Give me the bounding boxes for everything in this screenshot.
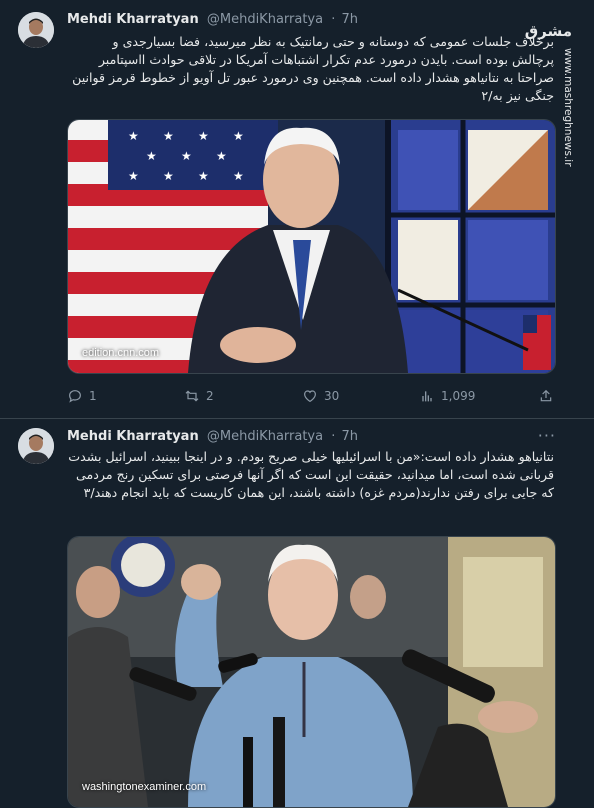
timestamp[interactable]: 7h bbox=[342, 429, 359, 444]
tweet-media[interactable]: washingtonexaminer.com bbox=[67, 536, 556, 808]
like-count: 30 bbox=[324, 389, 340, 403]
svg-text:★: ★ bbox=[198, 129, 209, 143]
tweet-text: برخلاف جلسات عمومی که دوستانه و حتی رمان… bbox=[72, 34, 554, 103]
tweet-header: Mehdi Kharratyan @MehdiKharratya · 7h bbox=[67, 429, 358, 444]
share-button[interactable] bbox=[538, 388, 554, 404]
tweet-media[interactable]: ★ ★ ★ ★ ★ ★ ★ ★ ★ ★ ★ edition.cnn.com bbox=[67, 119, 556, 374]
svg-text:★: ★ bbox=[198, 169, 209, 183]
svg-text:★: ★ bbox=[128, 169, 139, 183]
tweet-header: Mehdi Kharratyan @MehdiKharratya · 7h bbox=[67, 12, 358, 27]
svg-text:★: ★ bbox=[216, 149, 227, 163]
separator-dot: · bbox=[331, 12, 336, 27]
reply-count: 1 bbox=[89, 389, 97, 403]
tweet-actions: 1 2 30 1,099 bbox=[67, 388, 554, 408]
tweet-1[interactable]: Mehdi Kharratyan @MehdiKharratya · 7h بر… bbox=[0, 0, 594, 418]
like-button[interactable]: 30 bbox=[302, 388, 339, 404]
tweet-text: نتانیاهو هشدار داده است:«من با اسرائیلیه… bbox=[68, 449, 554, 500]
svg-text:★: ★ bbox=[146, 149, 157, 163]
svg-text:★: ★ bbox=[163, 129, 174, 143]
svg-text:★: ★ bbox=[163, 169, 174, 183]
avatar[interactable] bbox=[18, 428, 54, 464]
avatar[interactable] bbox=[18, 12, 54, 48]
views-icon bbox=[422, 391, 432, 402]
share-icon bbox=[540, 389, 552, 402]
like-icon bbox=[304, 390, 316, 403]
svg-text:★: ★ bbox=[233, 129, 244, 143]
author-name[interactable]: Mehdi Kharratyan bbox=[67, 12, 199, 27]
media-source-caption: edition.cnn.com bbox=[82, 347, 160, 359]
svg-text:★: ★ bbox=[128, 129, 139, 143]
author-handle[interactable]: @MehdiKharratya bbox=[207, 12, 323, 27]
reply-button[interactable]: 1 bbox=[67, 388, 97, 404]
retweet-icon bbox=[185, 390, 199, 402]
tweet-2[interactable]: Mehdi Kharratyan @MehdiKharratya · 7h ··… bbox=[0, 418, 594, 808]
svg-text:★: ★ bbox=[181, 149, 192, 163]
retweet-button[interactable]: 2 bbox=[184, 388, 214, 404]
separator-dot: · bbox=[331, 429, 336, 444]
reply-icon bbox=[69, 390, 81, 403]
media-source-caption: washingtonexaminer.com bbox=[82, 781, 207, 793]
author-name[interactable]: Mehdi Kharratyan bbox=[67, 429, 199, 444]
author-handle[interactable]: @MehdiKharratya bbox=[207, 429, 323, 444]
retweet-count: 2 bbox=[206, 389, 214, 403]
timestamp[interactable]: 7h bbox=[342, 12, 359, 27]
biden-photo: ★ ★ ★ ★ ★ ★ ★ ★ ★ ★ ★ bbox=[68, 120, 555, 373]
biden-photo bbox=[68, 537, 555, 807]
views-button[interactable]: 1,099 bbox=[419, 388, 475, 404]
views-count: 1,099 bbox=[441, 389, 476, 403]
svg-text:★: ★ bbox=[233, 169, 244, 183]
more-options-icon[interactable]: ··· bbox=[538, 426, 556, 445]
